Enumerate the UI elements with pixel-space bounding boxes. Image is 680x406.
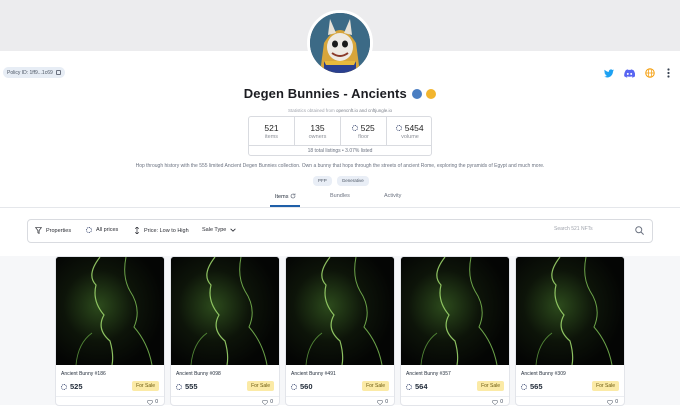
featured-badge-icon: [426, 89, 437, 99]
heart-icon: [147, 399, 154, 405]
nft-card[interactable]: Ancient Bunny #309 565 For Sale 0: [515, 256, 625, 406]
price-filter[interactable]: All prices: [86, 227, 118, 233]
nft-image[interactable]: [286, 257, 394, 365]
tag-pfp[interactable]: PFP: [313, 176, 332, 186]
filter-icon: [35, 227, 42, 234]
tag-generative[interactable]: Generative: [336, 176, 369, 186]
for-sale-badge: For Sale: [362, 381, 389, 391]
nft-image[interactable]: [56, 257, 164, 365]
tab-activity[interactable]: Activity: [384, 193, 401, 199]
ada-icon: [352, 125, 359, 131]
ada-icon: [86, 227, 92, 233]
discord-icon[interactable]: [623, 67, 635, 79]
nft-name: Ancient Bunny #357: [406, 371, 451, 377]
like-button[interactable]: 0: [377, 399, 388, 405]
nft-card[interactable]: Ancient Bunny #098 555 For Sale 0: [170, 256, 280, 406]
sort-icon: [135, 227, 139, 234]
nft-price: 560: [291, 382, 313, 391]
nft-card[interactable]: Ancient Bunny #491 560 For Sale 0: [285, 256, 395, 406]
like-button[interactable]: 0: [262, 399, 273, 405]
sale-type-select[interactable]: Sale Type: [202, 227, 237, 233]
nft-card[interactable]: Ancient Bunny #186 525 For Sale 0: [55, 256, 165, 406]
like-button[interactable]: 0: [607, 399, 618, 405]
nft-price: 565: [521, 382, 543, 391]
policy-id-chip[interactable]: Policy ID: 1ff9...1c69: [3, 67, 65, 78]
heart-icon: [492, 399, 499, 405]
more-icon[interactable]: [662, 67, 674, 79]
nft-image[interactable]: [401, 257, 509, 365]
heart-icon: [607, 399, 614, 405]
copy-icon[interactable]: [55, 70, 61, 75]
filter-toolbar: Properties All prices Price: Low to High…: [27, 219, 653, 243]
ada-icon: [61, 383, 67, 390]
twitter-icon[interactable]: [603, 67, 615, 79]
collection-description: Hop through history with the 555 limited…: [135, 163, 545, 169]
stat-items: 521 items: [249, 117, 295, 145]
nft-price: 525: [61, 382, 83, 391]
search-input[interactable]: Search 521 NFTs: [554, 226, 593, 232]
ada-icon: [406, 383, 412, 390]
listings-summary: 18 total listings • 3.07% listed: [249, 145, 431, 156]
refresh-icon[interactable]: [290, 193, 296, 199]
chevron-down-icon: [230, 228, 237, 232]
verified-badge-icon: [411, 89, 422, 99]
for-sale-badge: For Sale: [592, 381, 619, 391]
stats-source-note: Statistics obtained from opencnft.io and…: [287, 108, 393, 113]
ada-icon: [291, 383, 297, 390]
ada-icon: [176, 383, 182, 390]
for-sale-badge: For Sale: [132, 381, 159, 391]
nft-image[interactable]: [171, 257, 279, 365]
collection-title: Degen Bunnies - Ancients: [0, 86, 680, 101]
nft-card[interactable]: Ancient Bunny #357 564 For Sale 0: [400, 256, 510, 406]
nft-price: 555: [176, 382, 198, 391]
stat-floor: 525 floor: [341, 117, 387, 145]
collection-avatar: [307, 10, 373, 76]
tab-bundles[interactable]: Bundles: [330, 193, 350, 199]
for-sale-badge: For Sale: [477, 381, 504, 391]
stats-panel: 521 items 135 owners 525 floor 5454 volu…: [248, 116, 432, 156]
stat-volume: 5454 volume: [387, 117, 433, 145]
nft-name: Ancient Bunny #098: [176, 371, 221, 377]
tab-items[interactable]: Items: [275, 193, 296, 200]
ada-icon: [396, 125, 403, 131]
nft-image[interactable]: [516, 257, 624, 365]
properties-filter[interactable]: Properties: [35, 227, 71, 234]
nft-name: Ancient Bunny #186: [61, 371, 106, 377]
for-sale-badge: For Sale: [247, 381, 274, 391]
active-tab-indicator: [270, 205, 300, 207]
nft-name: Ancient Bunny #491: [291, 371, 336, 377]
collection-tags: PFP Generative: [313, 176, 369, 186]
nft-name: Ancient Bunny #309: [521, 371, 566, 377]
heart-icon: [377, 399, 384, 405]
ada-icon: [521, 383, 527, 390]
like-button[interactable]: 0: [147, 399, 158, 405]
stat-owners: 135 owners: [295, 117, 341, 145]
sort-select[interactable]: Price: Low to High: [134, 227, 189, 234]
search-icon[interactable]: [635, 226, 644, 235]
nft-price: 564: [406, 382, 428, 391]
like-button[interactable]: 0: [492, 399, 503, 405]
globe-icon[interactable]: [644, 67, 656, 79]
collection-tabs: Items Bundles Activity: [0, 192, 680, 208]
heart-icon: [262, 399, 269, 405]
policy-id-label: Policy ID: 1ff9...1c69: [7, 69, 53, 76]
